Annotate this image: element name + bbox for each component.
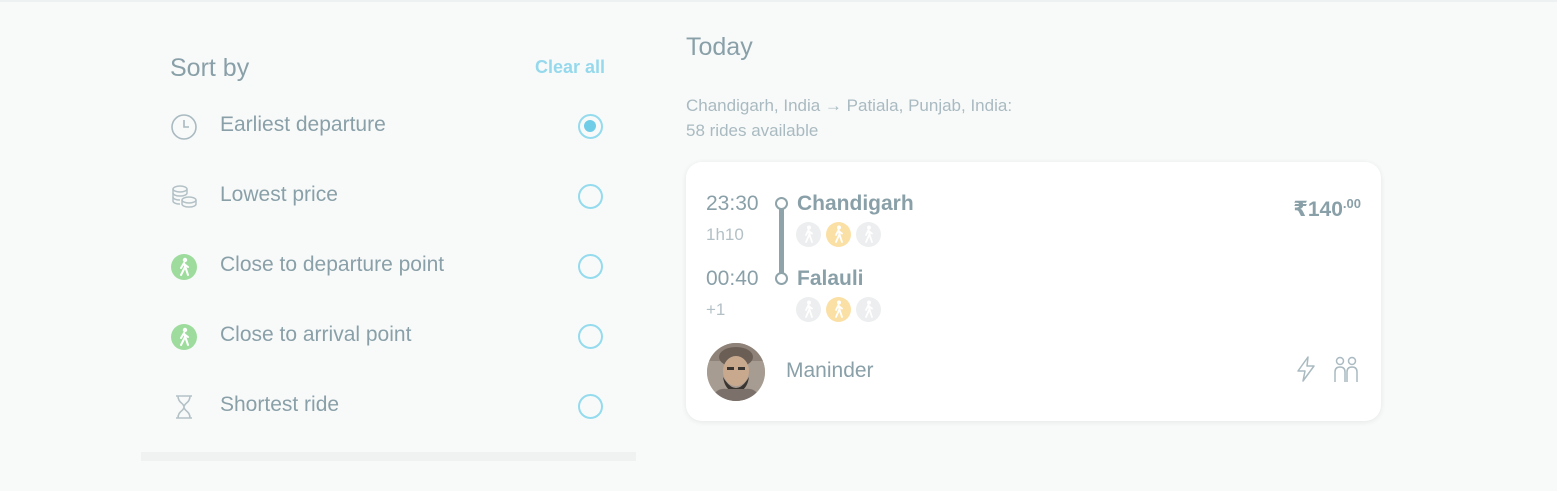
route-line: Chandigarh, India → Patiala, Punjab, Ind… <box>686 96 1013 115</box>
sort-option-label: Shortest ride <box>220 393 340 416</box>
panel-bottom-bar <box>141 452 636 461</box>
rides-count: 58 rides available <box>686 121 819 140</box>
radio-unselected[interactable] <box>578 184 603 209</box>
sort-option-shortest-ride[interactable]: Shortest ride <box>141 381 636 431</box>
sort-option-close-to-arrival[interactable]: Close to arrival point <box>141 311 636 361</box>
clear-all-button[interactable]: Clear all <box>535 57 605 78</box>
sort-option-label: Close to arrival point <box>220 323 412 346</box>
coins-icon <box>170 183 198 211</box>
results-heading: Today <box>686 33 753 61</box>
ladies-only-icon <box>1331 356 1361 389</box>
departure-dot <box>775 197 788 210</box>
walk-icon <box>796 222 821 247</box>
walk-icon-active <box>826 297 851 322</box>
route-rail <box>779 208 784 278</box>
route-summary: Chandigarh, India → Patiala, Punjab, Ind… <box>686 93 1012 143</box>
to-proximity <box>796 297 886 323</box>
sort-option-label: Lowest price <box>220 183 338 206</box>
walking-person-icon <box>170 253 198 281</box>
radio-unselected[interactable] <box>578 324 603 349</box>
walk-icon <box>856 222 881 247</box>
day-offset: +1 <box>706 300 726 319</box>
sort-option-close-to-departure[interactable]: Close to departure point <box>141 241 636 291</box>
radio-selected[interactable] <box>578 114 603 139</box>
sort-option-earliest-departure[interactable]: Earliest departure <box>141 101 636 151</box>
from-proximity <box>796 222 886 248</box>
walk-icon <box>796 297 821 322</box>
ride-duration: 1h10 <box>706 225 744 244</box>
sort-option-label: Close to departure point <box>220 253 445 276</box>
sort-panel: Sort by Clear all Earliest departure Low… <box>141 40 636 461</box>
price-cents: .00 <box>1342 196 1361 211</box>
sort-option-lowest-price[interactable]: Lowest price <box>141 171 636 221</box>
arrival-time: 00:40 <box>706 267 759 290</box>
from-city: Chandigarh <box>797 192 914 215</box>
ride-card[interactable]: 23:30 1h10 00:40 +1 Chandigarh Falauli ₹… <box>686 162 1381 421</box>
radio-unselected[interactable] <box>578 394 603 419</box>
hourglass-icon <box>170 393 198 421</box>
walk-icon-active <box>826 222 851 247</box>
top-divider <box>0 0 1557 2</box>
lightning-icon <box>1295 355 1317 388</box>
driver-name: Maninder <box>786 359 874 382</box>
clock-icon <box>170 113 198 141</box>
arrival-dot <box>775 272 788 285</box>
departure-time: 23:30 <box>706 192 759 215</box>
sort-option-label: Earliest departure <box>220 113 386 136</box>
ride-price: ₹140.00 <box>1293 196 1361 222</box>
radio-unselected[interactable] <box>578 254 603 279</box>
walking-person-icon <box>170 323 198 351</box>
avatar <box>707 343 765 401</box>
price-main: ₹140 <box>1293 198 1343 221</box>
to-city: Falauli <box>797 267 864 290</box>
sort-title: Sort by <box>170 54 250 82</box>
walk-icon <box>856 297 881 322</box>
